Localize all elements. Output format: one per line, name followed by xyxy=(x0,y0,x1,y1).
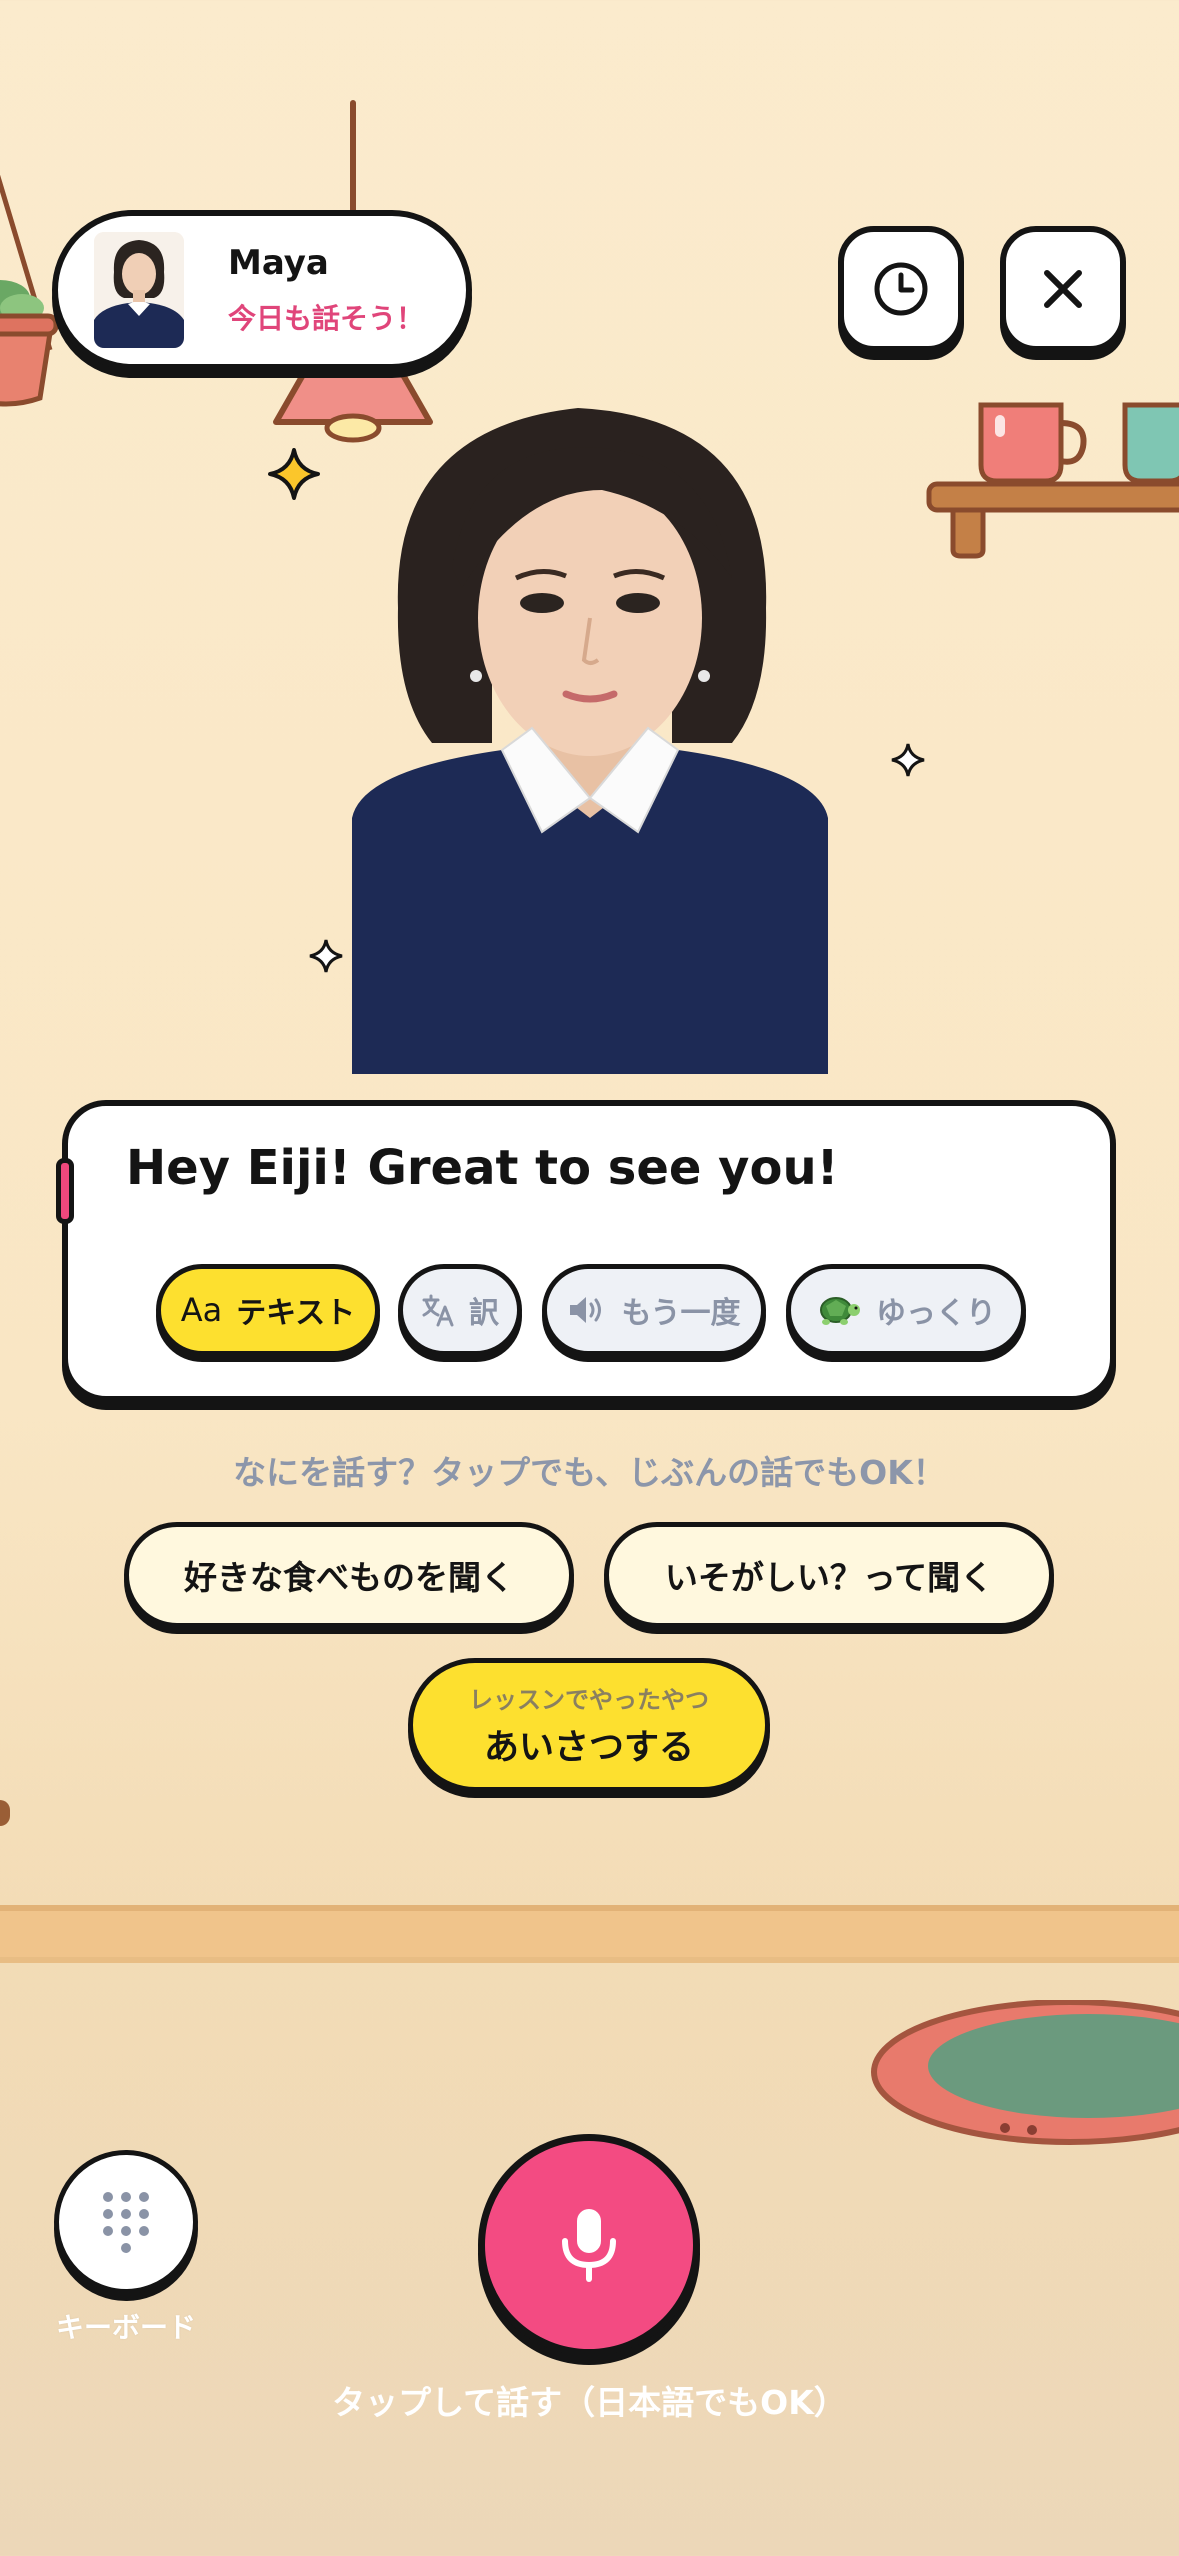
suggestion-ask-favorite-food[interactable]: 好きな食べものを聞く xyxy=(124,1522,574,1628)
character-name: Maya xyxy=(228,243,329,283)
history-button[interactable] xyxy=(838,226,964,352)
sparkle-icon xyxy=(891,743,925,777)
character-profile-card: Maya 今日も話そう！ xyxy=(52,210,472,370)
slow-playback-button[interactable]: ゆっくり xyxy=(786,1264,1026,1356)
turtle-icon xyxy=(820,1297,860,1325)
clock-icon xyxy=(874,262,928,316)
translate-label: 訳 xyxy=(469,1296,499,1331)
suggestion-greet[interactable]: レッスンでやったやつ あいさつする xyxy=(408,1658,770,1792)
suggestion-ask-busy[interactable]: いそがしい？って聞く xyxy=(604,1522,1054,1628)
avatar xyxy=(94,232,184,348)
sparkle-icon xyxy=(268,448,320,500)
suggestion-sublabel: レッスンでやったやつ xyxy=(469,1686,709,1714)
text-toggle-label: テキスト xyxy=(236,1296,356,1331)
bubble-accent xyxy=(56,1158,74,1224)
translate-icon xyxy=(422,1294,454,1327)
microphone-label: タップして話す（日本語でもOK） xyxy=(332,2383,847,2422)
decor-nub xyxy=(0,1800,10,1826)
sparkle-icon xyxy=(309,939,343,973)
wall-shelf xyxy=(926,481,1179,559)
cups-icon xyxy=(978,402,1179,484)
speaker-icon xyxy=(570,1297,602,1323)
microphone-icon xyxy=(562,2209,616,2282)
text-toggle-button[interactable]: Aa テキスト xyxy=(156,1264,380,1356)
character-tagline: 今日も話そう！ xyxy=(228,302,425,335)
suggestion-label: いそがしい？って聞く xyxy=(664,1558,994,1597)
repeat-button[interactable]: もう一度 xyxy=(542,1264,766,1356)
slow-playback-label: ゆっくり xyxy=(876,1296,996,1331)
close-button[interactable] xyxy=(1000,226,1126,352)
keyboard-button[interactable] xyxy=(54,2150,198,2294)
keypad-icon xyxy=(103,2192,149,2253)
suggestion-label: 好きな食べものを聞く xyxy=(184,1558,514,1597)
close-icon xyxy=(1044,270,1082,308)
rug xyxy=(871,2000,1179,2145)
keyboard-label: キーボード xyxy=(55,2311,196,2344)
translate-button[interactable]: 訳 xyxy=(398,1264,522,1356)
suggestion-hint: なにを話す？タップでも、じぶんの話でもOK！ xyxy=(233,1453,946,1492)
text-icon: Aa xyxy=(180,1291,223,1329)
character-portrait xyxy=(352,408,828,1074)
repeat-label: もう一度 xyxy=(621,1296,741,1331)
floor-baseboard xyxy=(0,1905,1179,1963)
suggestion-label: あいさつする xyxy=(483,1728,694,1768)
message-text: Hey Eiji! Great to see you! xyxy=(126,1140,839,1196)
microphone-button[interactable] xyxy=(478,2134,700,2356)
